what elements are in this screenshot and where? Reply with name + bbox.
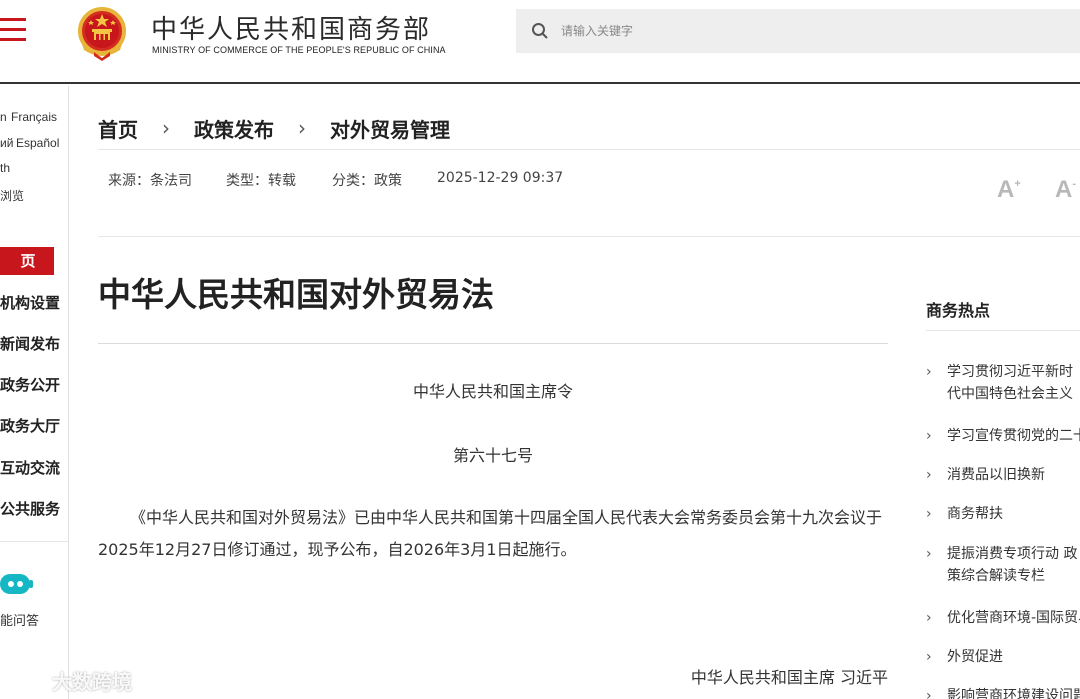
hot-topic-label[interactable]: 学习贯彻习近平新时代中国特色社会主义思想主题教育 xyxy=(947,361,1080,405)
hot-topic-label[interactable]: 学习宣传贯彻党的二十大精神 xyxy=(947,425,1080,447)
chevron-right-icon: › xyxy=(926,610,932,626)
nav-item-service-hall[interactable]: 政务大厅 xyxy=(0,415,60,436)
order-number: 第六十七号 xyxy=(452,446,533,465)
breadcrumb: 首页 › 政策发布 › 对外贸易管理 xyxy=(98,114,450,142)
breadcrumb-foreign-trade[interactable]: 对外贸易管理 xyxy=(330,114,450,143)
breadcrumb-policy[interactable]: 政策发布 xyxy=(194,114,274,143)
hot-topic-label[interactable]: 提振消费专项行动 政策综合解读专栏 xyxy=(947,543,1080,587)
language-link-spanish[interactable]: Español xyxy=(16,136,59,150)
article-title: 中华人民共和国对外贸易法 xyxy=(98,275,494,314)
hot-topic-item[interactable]: › 影响营商环境建设问题 xyxy=(926,685,1080,699)
chevron-right-icon: › xyxy=(926,428,932,444)
title-divider xyxy=(98,343,888,344)
order-issuer: 中华人民共和国主席令 xyxy=(412,382,573,401)
hot-topic-label[interactable]: 外贸促进 xyxy=(947,646,1080,668)
language-link[interactable]: ий xyxy=(0,136,13,150)
hot-topic-item[interactable]: › 消费品以旧换新 xyxy=(926,464,1080,486)
site-subtitle-en: MINISTRY OF COMMERCE OF THE PEOPLE'S REP… xyxy=(152,45,446,55)
meta-type: 类型：转载 xyxy=(226,173,296,189)
language-link[interactable]: n xyxy=(0,110,7,124)
hot-topic-label[interactable]: 商务帮扶 xyxy=(947,503,1080,525)
divider xyxy=(98,236,1080,237)
meta-category: 分类：政策 xyxy=(332,173,402,189)
divider xyxy=(98,149,1080,150)
chevron-right-icon: › xyxy=(926,506,932,522)
search-icon[interactable] xyxy=(531,22,549,40)
breadcrumb-home[interactable]: 首页 xyxy=(98,114,138,143)
hot-topic-item[interactable]: › 优化营商环境-国际贸易 xyxy=(926,607,1080,629)
left-sidebar: n Français ий Español th 浏览 页 机构设置 新闻发布 … xyxy=(0,86,69,699)
hot-topic-item[interactable]: › 提振消费专项行动 政策综合解读专栏 xyxy=(926,543,1080,587)
hot-topic-label[interactable]: 优化营商环境-国际贸易 xyxy=(947,607,1080,629)
article-body: 《中华人民共和国对外贸易法》已由中华人民共和国第十四届全国人民代表大会常务委员会… xyxy=(98,508,883,559)
nav-item-public-service[interactable]: 公共服务 xyxy=(0,498,60,519)
hot-topic-label[interactable]: 影响营商环境建设问题 xyxy=(947,685,1080,699)
article-signature: 中华人民共和国主席 习近平 xyxy=(690,668,888,687)
nav-item-organization[interactable]: 机构设置 xyxy=(0,292,60,313)
hot-topic-label[interactable]: 消费品以旧换新 xyxy=(947,464,1080,486)
hot-topic-item[interactable]: › 外贸促进 xyxy=(926,646,1080,668)
breadcrumb-separator: › xyxy=(162,116,170,140)
menu-icon[interactable] xyxy=(0,18,26,42)
language-link[interactable]: th xyxy=(0,161,10,175)
hot-topics-title: 商务热点 xyxy=(926,301,991,320)
hot-topics-divider xyxy=(926,330,1080,331)
chevron-right-icon: › xyxy=(926,688,932,699)
robot-assistant-icon[interactable] xyxy=(0,572,34,596)
nav-home-button[interactable]: 页 xyxy=(0,247,54,275)
nav-item-gov-affairs[interactable]: 政务公开 xyxy=(0,374,60,395)
site-title[interactable]: 中华人民共和国商务部 xyxy=(151,9,431,46)
hot-topic-item[interactable]: › 商务帮扶 xyxy=(926,503,1080,525)
watermark-text: 大数跨境 xyxy=(52,670,132,694)
national-emblem-logo xyxy=(78,7,126,61)
meta-datetime: 2025-12-29 09:37 xyxy=(437,170,564,186)
font-smaller-button[interactable]: A- xyxy=(1055,176,1076,204)
smart-qa-label[interactable]: 能问答 xyxy=(0,610,39,629)
browse-link[interactable]: 浏览 xyxy=(0,187,24,204)
sidebar-divider xyxy=(0,541,69,542)
language-link-french[interactable]: Français xyxy=(11,110,57,124)
chevron-right-icon: › xyxy=(926,364,932,380)
breadcrumb-separator: › xyxy=(298,116,306,140)
nav-item-news[interactable]: 新闻发布 xyxy=(0,333,60,354)
chevron-right-icon: › xyxy=(926,467,932,483)
meta-source: 来源：条法司 xyxy=(108,173,192,189)
chevron-right-icon: › xyxy=(926,546,932,562)
search-input[interactable] xyxy=(561,20,961,42)
nav-item-interaction[interactable]: 互动交流 xyxy=(0,457,60,478)
hot-topic-item[interactable]: › 学习贯彻习近平新时代中国特色社会主义思想主题教育 xyxy=(926,361,1080,405)
chevron-right-icon: › xyxy=(926,649,932,665)
hot-topic-item[interactable]: › 学习宣传贯彻党的二十大精神 xyxy=(926,425,1080,447)
font-larger-button[interactable]: A+ xyxy=(997,176,1021,204)
